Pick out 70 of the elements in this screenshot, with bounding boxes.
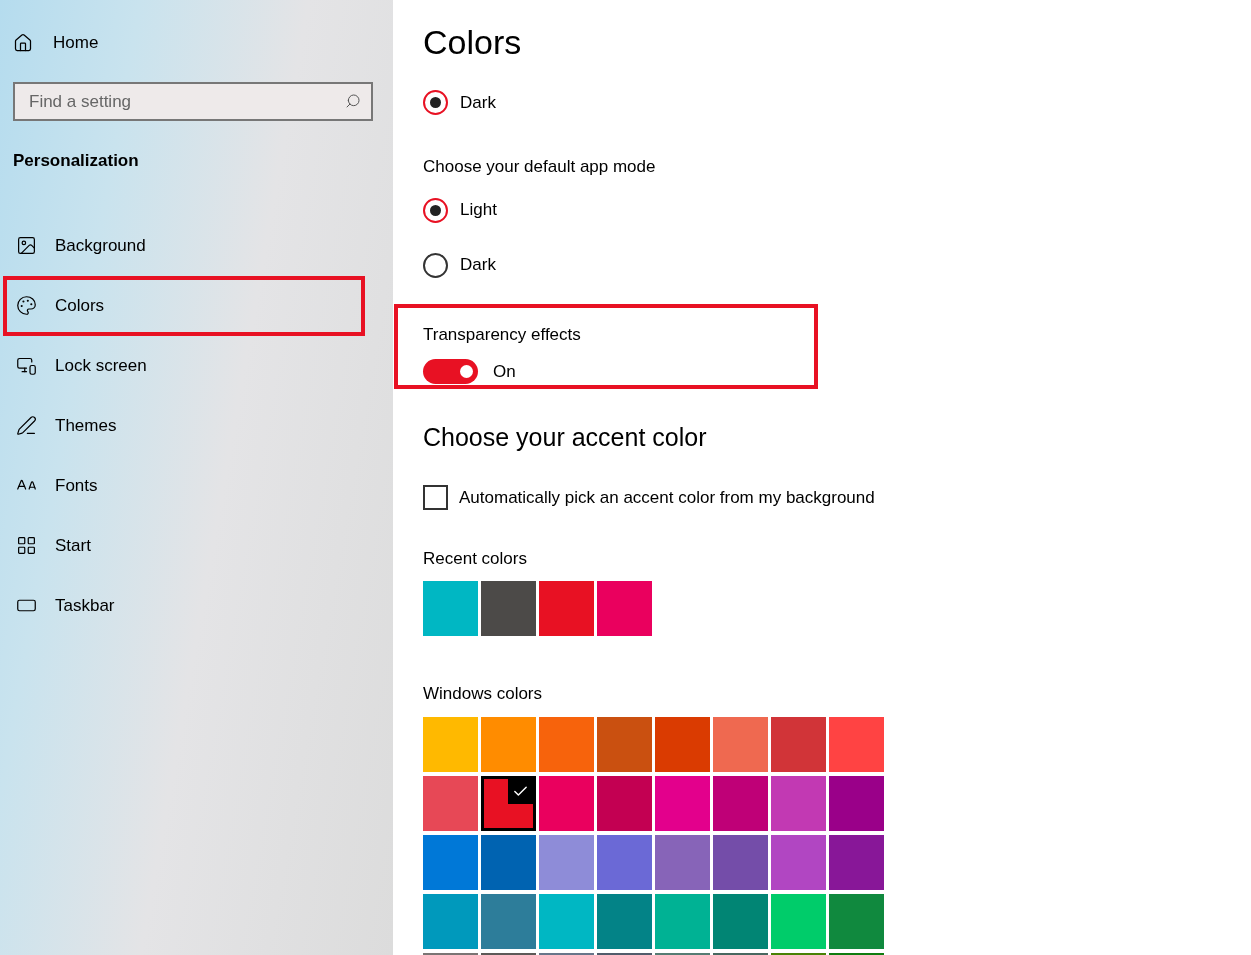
color-swatch[interactable]: [829, 893, 884, 949]
color-swatch[interactable]: [423, 581, 478, 636]
toggle-label: Transparency effects: [423, 323, 581, 346]
color-swatch[interactable]: [829, 775, 884, 831]
nav-item[interactable]: Colors: [3, 275, 365, 336]
checkbox-label: Automatically pick an accent color from my background: [459, 487, 875, 509]
color-swatch[interactable]: [713, 893, 768, 949]
color-swatch[interactable]: [597, 581, 652, 636]
color-swatch[interactable]: [423, 775, 478, 831]
screen-icon: [16, 355, 37, 376]
nav-item[interactable]: Start: [3, 515, 365, 576]
color-swatch[interactable]: [655, 893, 710, 949]
picture-icon: [16, 235, 37, 256]
palette-icon: [16, 295, 37, 316]
color-swatch[interactable]: [597, 716, 652, 772]
toggle-switch[interactable]: [423, 359, 478, 385]
color-swatch[interactable]: [539, 581, 594, 636]
section-label: Recent colors: [423, 547, 528, 570]
color-swatch[interactable]: [713, 775, 768, 831]
color-swatch[interactable]: [423, 716, 478, 772]
nav-item[interactable]: Fonts: [3, 455, 365, 516]
color-swatch[interactable]: [771, 834, 826, 890]
checkbox[interactable]: [423, 485, 448, 511]
color-swatch[interactable]: [655, 716, 710, 772]
color-swatch[interactable]: [481, 775, 536, 831]
home-icon: [13, 33, 33, 53]
tiles-icon: [16, 535, 37, 556]
color-swatch[interactable]: [655, 834, 710, 890]
color-swatch[interactable]: [829, 834, 884, 890]
search-icon: [345, 93, 361, 109]
radio-button[interactable]: [423, 90, 448, 115]
color-swatch[interactable]: [771, 893, 826, 949]
section-heading: Personalization: [13, 150, 140, 172]
color-swatch[interactable]: [597, 893, 652, 949]
color-swatch[interactable]: [539, 775, 594, 831]
color-swatch[interactable]: [423, 834, 478, 890]
color-swatch[interactable]: [539, 716, 594, 772]
radio-button[interactable]: [423, 197, 448, 223]
color-swatch[interactable]: [597, 834, 652, 890]
color-swatch[interactable]: [539, 834, 594, 890]
color-swatch[interactable]: [539, 893, 594, 949]
nav-item[interactable]: Themes: [3, 395, 365, 456]
check-icon: [508, 778, 533, 804]
nav-item[interactable]: Taskbar: [3, 575, 365, 636]
color-swatch[interactable]: [655, 775, 710, 831]
search-field[interactable]: Find a setting: [13, 82, 373, 121]
section-label: Choose your default app mode: [423, 156, 657, 178]
section-label: Windows colors: [423, 683, 544, 705]
home-link[interactable]: Home: [13, 23, 99, 63]
radio-button[interactable]: [423, 252, 448, 278]
pen-icon: [16, 415, 37, 436]
color-swatch[interactable]: [597, 775, 652, 831]
color-swatch[interactable]: [713, 716, 768, 772]
color-swatch[interactable]: [481, 893, 536, 949]
nav-item[interactable]: Background: [3, 215, 365, 276]
color-swatch[interactable]: [771, 716, 826, 772]
radio-label: Dark: [460, 254, 496, 277]
color-swatch[interactable]: [423, 893, 478, 949]
toggle-state: On: [493, 361, 516, 383]
radio-label: Light: [460, 199, 497, 222]
color-swatch[interactable]: [713, 834, 768, 890]
color-swatch[interactable]: [481, 834, 536, 890]
page-title: Colors: [423, 22, 523, 63]
color-swatch[interactable]: [829, 716, 884, 772]
color-swatch[interactable]: [771, 775, 826, 831]
color-swatch[interactable]: [481, 581, 536, 636]
nav-item[interactable]: Lock screen: [3, 335, 365, 396]
radio-label: Dark: [460, 91, 496, 114]
section-heading: Choose your accent color: [423, 421, 708, 453]
color-swatch[interactable]: [481, 716, 536, 772]
